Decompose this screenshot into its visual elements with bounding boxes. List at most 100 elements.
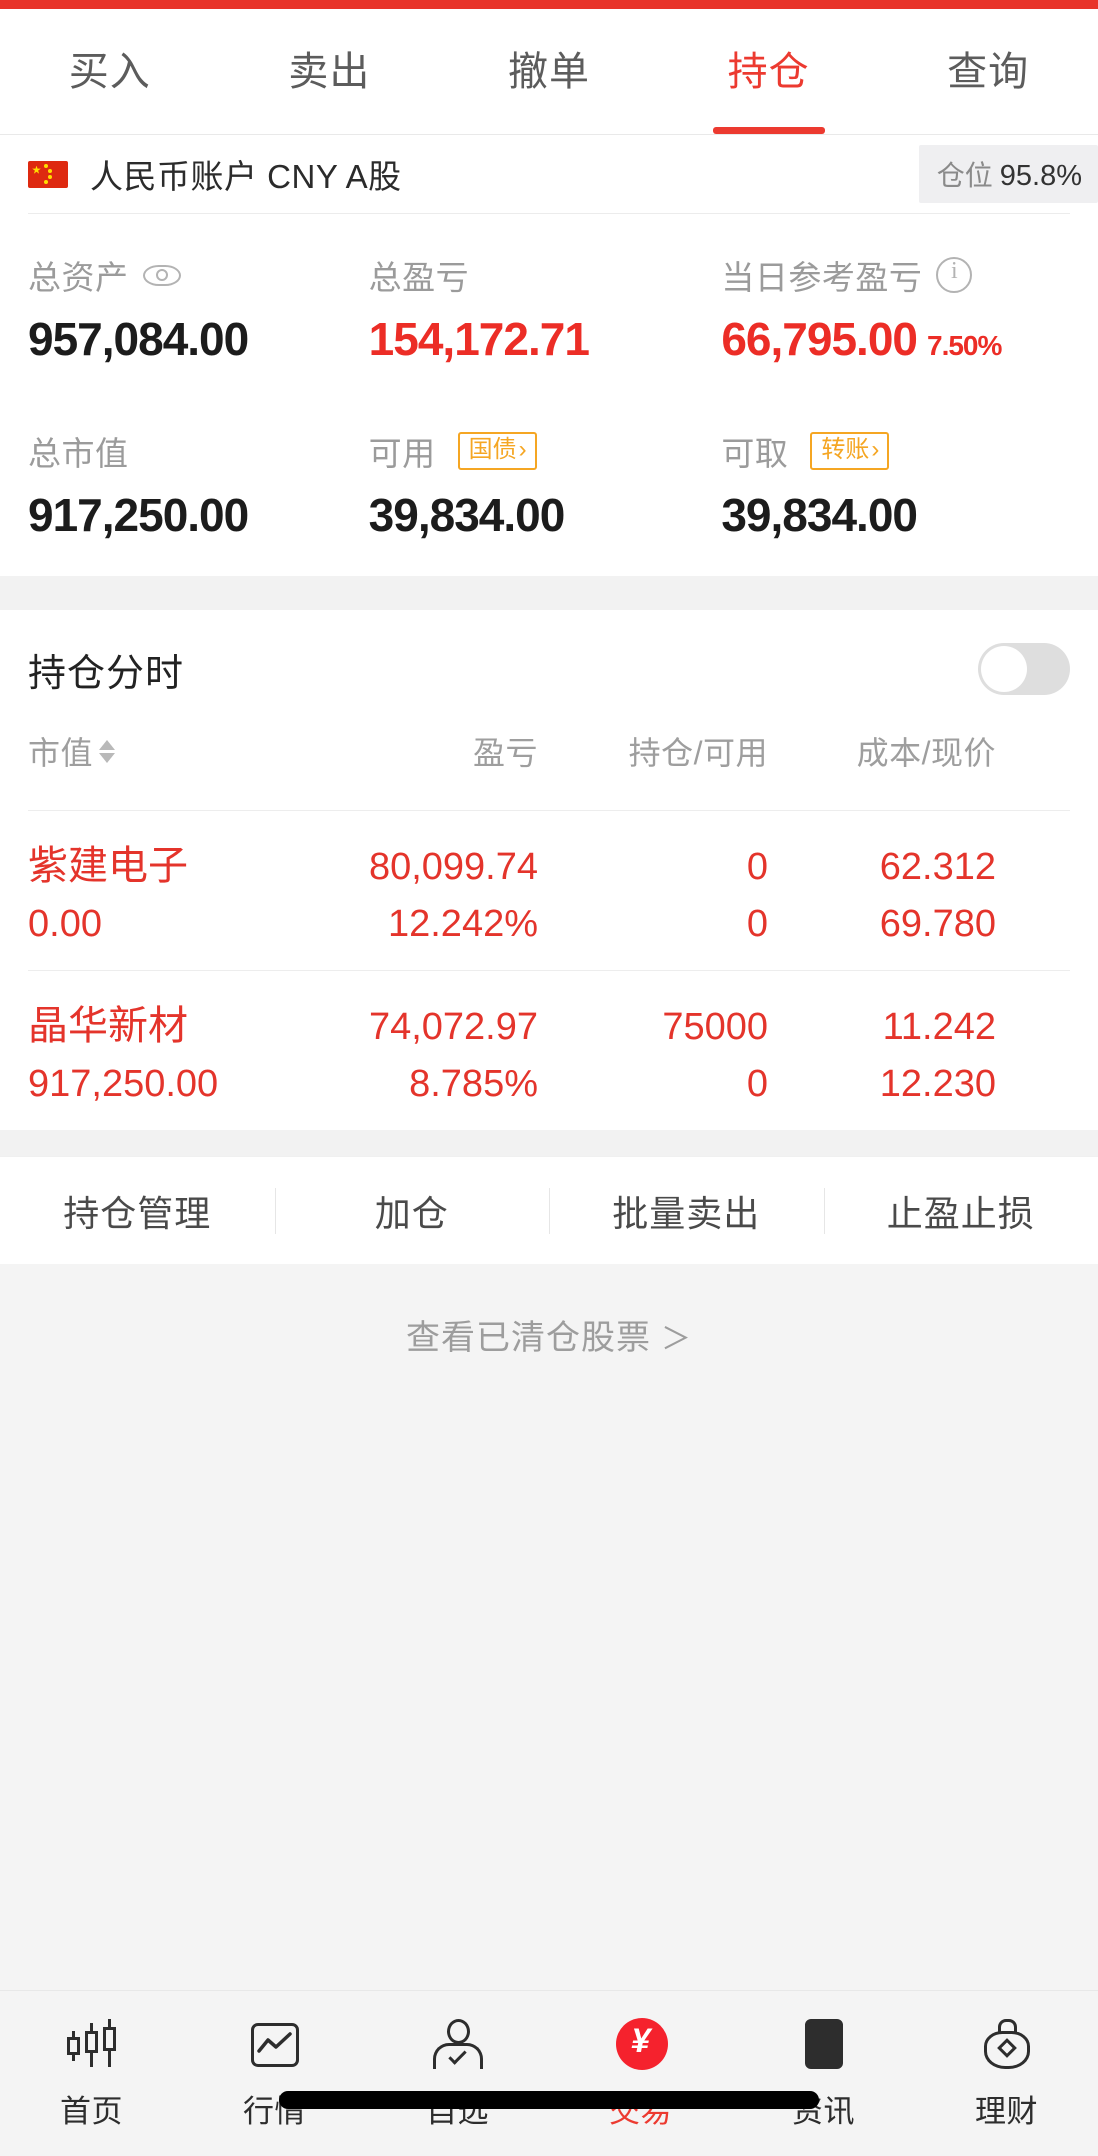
trade-tab-bar: 买入 卖出 撤单 持仓 查询: [0, 9, 1098, 135]
nav-item-news[interactable]: 资讯: [732, 2017, 915, 2131]
nav-item-markets[interactable]: 行情: [183, 2017, 366, 2131]
section-gap-2: [0, 1130, 1098, 1156]
position-ratio-badge[interactable]: 仓位 95.8%: [918, 145, 1098, 203]
person-check-icon: [430, 2017, 486, 2073]
asset-total-assets-label: 总资产: [28, 259, 129, 296]
tab-buy[interactable]: 买入: [0, 9, 220, 134]
account-name: 人民币账户 CNY A股: [90, 158, 402, 195]
table-row-line-top: 晶华新材 74,072.97 75000 11.242: [28, 993, 1070, 1051]
china-flag-icon: [28, 160, 68, 188]
tab-cancel-order[interactable]: 撤单: [439, 9, 659, 134]
table-row-line-bottom: 917,250.00 8.785% 0 12.230: [28, 1063, 1070, 1106]
intraday-toggle[interactable]: [978, 643, 1070, 695]
asset-daily-pnl: 当日参考盈亏 66,795.00 7.50%: [721, 252, 1070, 366]
positions-action-bar: 持仓管理 加仓 批量卖出 止盈止损: [0, 1156, 1098, 1264]
stock-market-value: 917,250.00: [28, 1063, 219, 1105]
asset-daily-pnl-value-wrap: 66,795.00 7.50%: [721, 312, 1070, 366]
tab-sell[interactable]: 卖出: [220, 9, 440, 134]
asset-withdrawable-value: 39,834.00: [721, 489, 918, 541]
line-chart-icon: [247, 2017, 303, 2073]
asset-total-assets-value: 957,084.00: [28, 313, 249, 365]
column-header-holding-available[interactable]: 持仓/可用: [538, 728, 768, 774]
stock-holding: 75000: [662, 1006, 768, 1048]
tab-holdings[interactable]: 持仓: [659, 9, 879, 134]
positions-card: 持仓分时 市值 盈亏 持仓/可用 成本/现价 紫建电子 80,099.74 0: [0, 610, 1098, 1130]
positions-header: 持仓分时: [0, 610, 1098, 728]
table-row[interactable]: 晶华新材 74,072.97 75000 11.242 917,250.00 8…: [0, 971, 1098, 1130]
asset-total-pnl-value: 154,172.71: [368, 313, 590, 365]
status-red-strip: [0, 0, 1098, 9]
stock-name: 晶华新材: [28, 1004, 188, 1048]
stock-cost: 11.242: [882, 1006, 996, 1048]
tab-cancel-order-label: 撤单: [507, 49, 590, 94]
view-cleared-stocks-label: 查看已清仓股票: [406, 1319, 651, 1357]
action-stop-profit-loss[interactable]: 止盈止损: [824, 1185, 1098, 1237]
column-header-market-value-label: 市值: [28, 735, 94, 771]
asset-withdrawable-label: 可取: [721, 435, 789, 472]
stock-market-value: 0.00: [28, 903, 102, 945]
stock-price: 69.780: [879, 903, 996, 945]
asset-available-value: 39,834.00: [368, 489, 566, 541]
asset-daily-pnl-percent: 7.50%: [927, 330, 1002, 361]
table-row-line-top: 紫建电子 80,099.74 0 62.312: [28, 833, 1070, 891]
sort-arrows-icon: [99, 739, 116, 763]
app-screen: 买入 卖出 撤单 持仓 查询 人民币账户 CNY A股 仓位 95.8% 总资产…: [0, 0, 1098, 2156]
positions-table-header: 市值 盈亏 持仓/可用 成本/现价: [0, 728, 1098, 810]
stock-cost: 62.312: [879, 846, 996, 888]
stock-available: 0: [746, 1063, 768, 1105]
stock-available: 0: [746, 903, 768, 945]
bond-link-button[interactable]: 国债 ›: [457, 432, 537, 470]
asset-row-primary: 总资产 957,084.00 总盈亏 154,172.71 当日参考盈亏 66,…: [28, 252, 1070, 366]
nav-item-trade[interactable]: ¥ 交易: [549, 2017, 732, 2131]
stock-profit-percent: 8.785%: [409, 1063, 538, 1105]
tab-query-label: 查询: [947, 49, 1030, 94]
tab-active-underline: [712, 127, 825, 134]
asset-market-value-label: 总市值: [28, 435, 129, 472]
asset-withdrawable: 可取 转账 › 39,834.00: [721, 428, 1070, 542]
asset-total-assets: 总资产 957,084.00: [28, 252, 377, 366]
asset-available-label: 可用: [368, 435, 436, 472]
bottom-nav-bar: 首页 行情 自选 ¥ 交易 资讯 理财: [0, 1990, 1098, 2156]
eye-icon[interactable]: [142, 256, 181, 294]
asset-available: 可用 国债 › 39,834.00: [369, 428, 718, 542]
tab-buy-label: 买入: [68, 49, 151, 94]
nav-item-watchlist[interactable]: 自选: [366, 2017, 549, 2131]
section-gap: [0, 576, 1098, 610]
chevron-right-icon: ＞: [661, 1323, 692, 1356]
money-bag-icon: [979, 2017, 1035, 2073]
table-row[interactable]: 紫建电子 80,099.74 0 62.312 0.00 12.242% 0 6…: [0, 811, 1098, 970]
asset-total-pnl: 总盈亏 154,172.71: [369, 252, 718, 366]
asset-summary-panel: 总资产 957,084.00 总盈亏 154,172.71 当日参考盈亏 66,…: [0, 214, 1098, 576]
position-ratio-value: 95.8%: [999, 160, 1082, 192]
asset-market-value: 总市值 917,250.00: [28, 428, 377, 542]
table-row-line-bottom: 0.00 12.242% 0 69.780: [28, 903, 1070, 946]
action-add-position[interactable]: 加仓: [275, 1185, 550, 1237]
nav-item-home[interactable]: 首页: [0, 2017, 183, 2131]
asset-daily-pnl-value: 66,795.00: [721, 313, 918, 365]
candlestick-icon: [64, 2017, 120, 2073]
column-header-pnl[interactable]: 盈亏: [288, 728, 538, 774]
positions-table: 市值 盈亏 持仓/可用 成本/现价 紫建电子 80,099.74 0 62.31…: [0, 728, 1098, 1130]
column-header-cost-price[interactable]: 成本/现价: [768, 728, 996, 774]
yuan-circle-icon: ¥: [613, 2017, 669, 2073]
stock-price: 12.230: [879, 1063, 996, 1105]
tab-query[interactable]: 查询: [878, 9, 1098, 134]
action-manage-positions[interactable]: 持仓管理: [0, 1185, 275, 1237]
tab-sell-label: 卖出: [288, 49, 371, 94]
nav-item-home-label: 首页: [60, 2094, 123, 2129]
stock-profit: 74,072.97: [368, 1006, 538, 1048]
info-icon[interactable]: [936, 257, 973, 293]
action-batch-sell[interactable]: 批量卖出: [549, 1185, 824, 1237]
position-ratio-label: 仓位: [936, 160, 993, 191]
document-icon: [796, 2017, 852, 2073]
stock-name: 紫建电子: [28, 844, 188, 888]
transfer-link-button[interactable]: 转账 ›: [810, 432, 890, 470]
transfer-link-label: 转账: [821, 436, 870, 464]
toggle-knob: [981, 646, 1027, 692]
account-row[interactable]: 人民币账户 CNY A股 仓位 95.8%: [0, 135, 1098, 213]
nav-item-wealth[interactable]: 理财: [915, 2017, 1098, 2131]
view-cleared-stocks-link[interactable]: 查看已清仓股票 ＞: [0, 1264, 1098, 1359]
nav-item-wealth-label: 理财: [975, 2094, 1038, 2129]
column-header-market-value[interactable]: 市值: [28, 728, 288, 774]
home-indicator: [279, 2091, 819, 2109]
